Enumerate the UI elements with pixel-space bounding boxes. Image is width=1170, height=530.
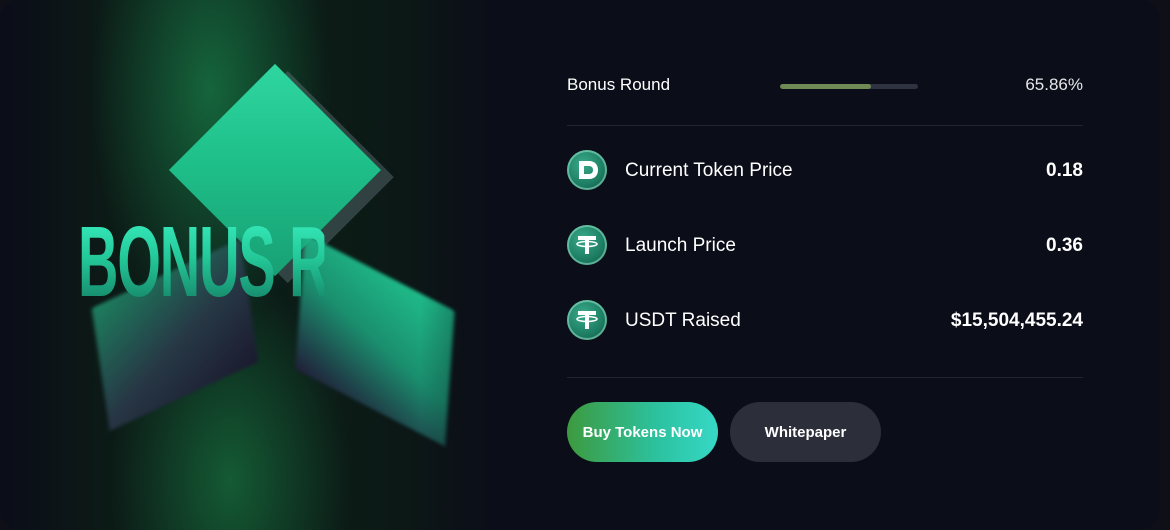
- stat-usdt-raised: USDT Raised $15,504,455.24: [567, 300, 1083, 342]
- divider: [567, 125, 1083, 126]
- stat-value: $15,504,455.24: [950, 310, 1083, 331]
- progress-bar: [780, 84, 918, 89]
- stat-label: Current Token Price: [625, 160, 793, 181]
- presale-info-panel: Bonus Round 65.86% Current Token Price 0…: [567, 0, 1083, 522]
- progress-label: Bonus Round: [567, 75, 671, 94]
- stat-label: Launch Price: [625, 235, 736, 256]
- stat-launch-price: Launch Price 0.36: [567, 225, 1083, 267]
- stat-value: 0.18: [1046, 160, 1083, 181]
- hero-artwork: BONUS ROUND: [0, 0, 530, 530]
- tether-icon: [567, 225, 607, 265]
- tether-icon: [567, 300, 607, 340]
- stat-label: USDT Raised: [625, 310, 741, 331]
- stat-current-token-price: Current Token Price 0.18: [567, 150, 1083, 192]
- whitepaper-button[interactable]: Whitepaper: [730, 402, 881, 462]
- presale-card: BONUS ROUND Bonus Round 65.86% Current T…: [0, 0, 1160, 530]
- progress-percent: 65.86%: [1025, 75, 1083, 94]
- divider: [567, 377, 1083, 378]
- progress-bar-fill: [780, 84, 871, 89]
- bonus-round-progress: Bonus Round 65.86%: [567, 72, 1083, 98]
- d-token-icon: [567, 150, 607, 190]
- hero-title: BONUS ROUND: [78, 206, 490, 318]
- stat-value: 0.36: [1046, 235, 1083, 256]
- buy-tokens-button[interactable]: Buy Tokens Now: [567, 402, 718, 462]
